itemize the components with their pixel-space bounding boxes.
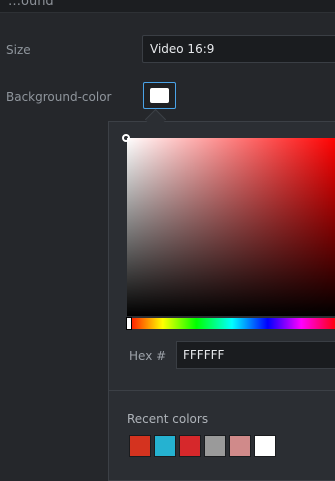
size-label: Size [6,43,31,57]
recent-color-swatch[interactable] [179,435,201,457]
recent-color-swatch[interactable] [154,435,176,457]
recent-color-swatch[interactable] [204,435,226,457]
picker-divider [109,390,335,391]
size-select[interactable]: Video 16:9 [142,35,335,63]
recent-color-swatch[interactable] [254,435,276,457]
background-color-swatch-preview [150,88,169,103]
saturation-value-handle[interactable] [122,134,130,142]
recent-color-swatch[interactable] [129,435,151,457]
hue-slider[interactable] [127,318,335,329]
background-color-swatch-button[interactable] [143,82,176,109]
saturation-value-area[interactable] [127,138,335,316]
panel-title: …ound [8,0,54,9]
hue-slider-handle[interactable] [127,318,131,329]
recent-colors-label: Recent colors [127,412,209,426]
background-color-label: Background-color [6,90,112,104]
recent-colors-row [129,435,276,458]
hex-input[interactable] [176,341,335,369]
recent-color-swatch[interactable] [229,435,251,457]
panel-header: …ound [0,0,335,13]
hex-label: Hex # [129,349,167,363]
